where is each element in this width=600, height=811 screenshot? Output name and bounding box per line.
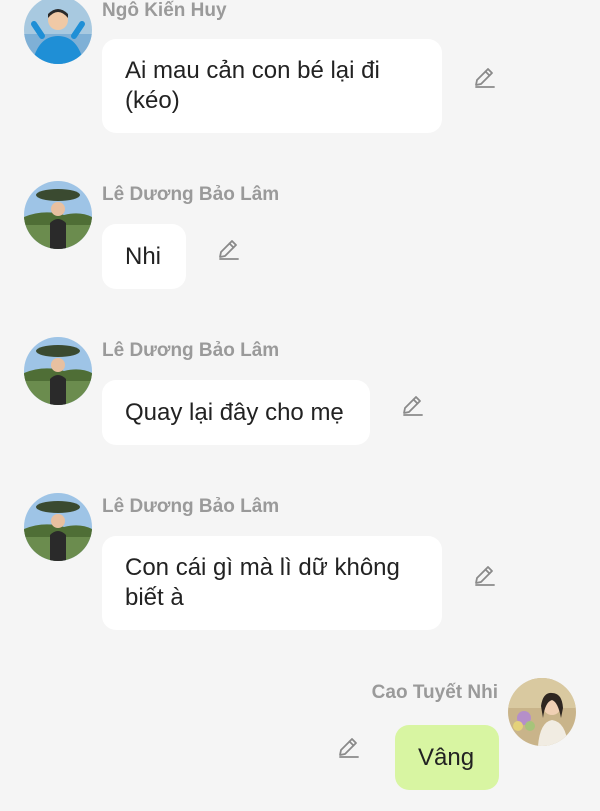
sender-name: Lê Dương Bảo Lâm (102, 184, 280, 205)
avatar-le-duong-bao-lam[interactable] (24, 337, 92, 405)
sender-name: Cao Tuyết Nhi (371, 682, 498, 703)
pencil-icon[interactable] (400, 393, 424, 417)
message-bubble-own[interactable]: Vâng (395, 725, 499, 790)
sender-name: Lê Dương Bảo Lâm (102, 340, 280, 361)
chat-thread: Ngô Kiến Huy Ai mau cản con bé lại đi (k… (0, 0, 600, 811)
pencil-icon[interactable] (472, 563, 496, 587)
message-bubble[interactable]: Con cái gì mà lì dữ không biết à (102, 536, 442, 630)
avatar-cao-tuyet-nhi[interactable] (508, 678, 576, 746)
pencil-icon[interactable] (336, 735, 360, 759)
message-bubble[interactable]: Ai mau cản con bé lại đi (kéo) (102, 39, 442, 133)
message-bubble[interactable]: Nhi (102, 224, 186, 289)
message-text: Vâng (418, 743, 475, 771)
avatar-ngo-kien-huy[interactable] (24, 0, 92, 64)
message-bubble[interactable]: Quay lại đây cho mẹ (102, 380, 370, 445)
sender-name: Ngô Kiến Huy (102, 0, 227, 21)
avatar-le-duong-bao-lam[interactable] (24, 493, 92, 561)
pencil-icon[interactable] (216, 237, 240, 261)
message-text: Quay lại đây cho mẹ (125, 398, 344, 426)
message-text: Ai mau cản con bé lại đi (kéo) (125, 57, 380, 114)
message-text: Con cái gì mà lì dữ không biết à (125, 554, 400, 611)
message-text: Nhi (125, 242, 162, 270)
sender-name: Lê Dương Bảo Lâm (102, 496, 280, 517)
pencil-icon[interactable] (472, 65, 496, 89)
avatar-le-duong-bao-lam[interactable] (24, 181, 92, 249)
